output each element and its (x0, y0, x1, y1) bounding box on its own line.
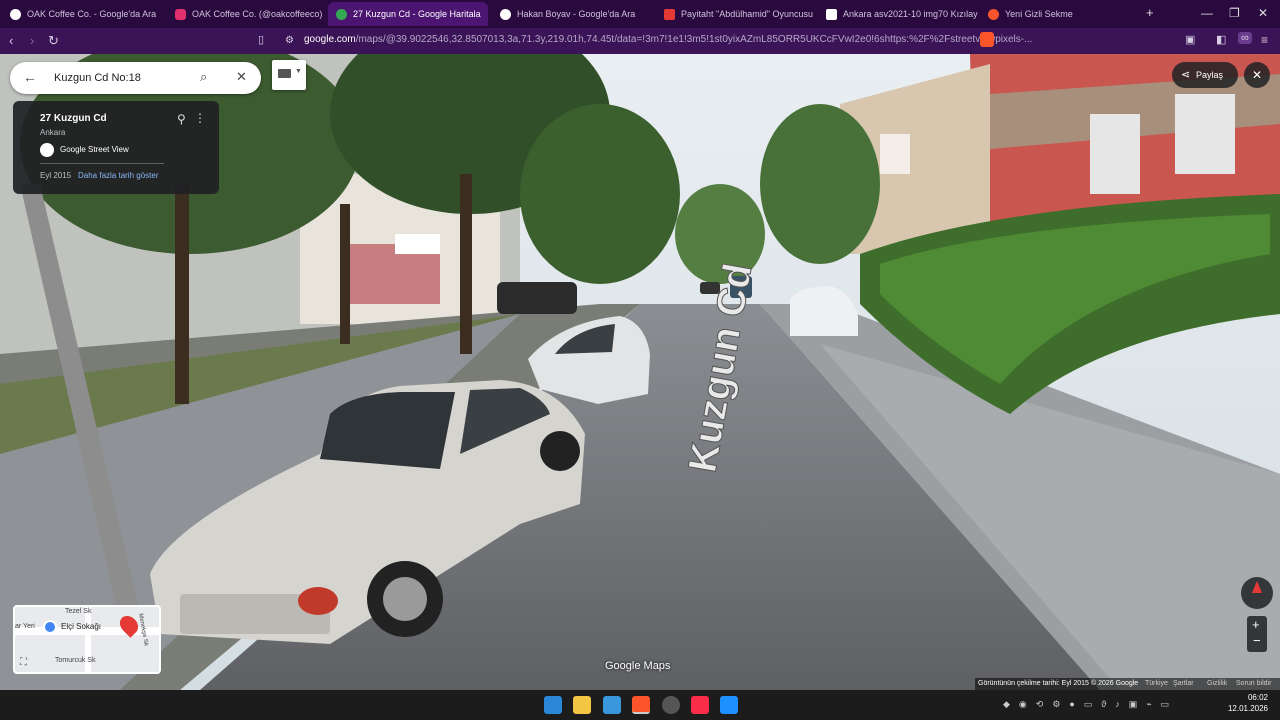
close-street-view-button[interactable]: ✕ (1244, 62, 1270, 88)
file-explorer-icon[interactable] (573, 696, 591, 714)
capture-date: Eyl 2015 (40, 171, 72, 180)
map-label: Tomurcuk Sk (55, 657, 96, 664)
clock-time[interactable]: 06:02 (1228, 693, 1268, 702)
instagram-icon (175, 8, 186, 20)
reading-icon[interactable]: ▣ (1185, 33, 1195, 46)
url-domain: google.com (304, 34, 356, 45)
search-input[interactable]: Kuzgun Cd No:18 (54, 72, 141, 84)
back-icon[interactable]: ‹ (9, 33, 13, 48)
wikipedia-icon (826, 8, 837, 20)
brave-browser-icon[interactable] (632, 696, 650, 714)
tab-instagram[interactable]: OAK Coffee Co. (@oakcoffeeco) • Ins (167, 2, 324, 26)
forward-icon[interactable]: › (30, 33, 34, 48)
clock-date[interactable]: 12.01.2026 (1224, 704, 1268, 713)
maximize-icon[interactable]: ❐ (1229, 6, 1240, 20)
music-app-icon[interactable] (691, 696, 709, 714)
footer-link-terms[interactable]: Şartlar (1173, 680, 1194, 687)
more-dates-link[interactable]: Daha fazla tarih göster (78, 171, 159, 180)
capture-date-footer: Görüntünün çekilme tarihi: Eyl 2015 (978, 680, 1089, 687)
menu-icon[interactable]: ≡ (1261, 33, 1268, 47)
map-label: Elçi Sokağı (61, 622, 102, 631)
google-icon (10, 8, 21, 20)
divider (40, 163, 164, 164)
minimize-icon[interactable]: — (1201, 6, 1213, 20)
chevron-down-icon: ▼ (295, 68, 302, 75)
reload-icon[interactable]: ↻ (48, 33, 59, 49)
map-footer: Görüntünün çekilme tarihi: Eyl 2015 © 20… (975, 678, 1280, 690)
maps-pin-icon (336, 8, 347, 20)
new-tab-button[interactable]: + (1146, 5, 1154, 20)
back-arrow-icon[interactable]: ← (23, 69, 37, 85)
share-label: Paylaş (1196, 70, 1224, 80)
tab-hakan-search[interactable]: Hakan Boyav - Google'da Ara (492, 2, 652, 26)
url-field[interactable]: google.com/maps/@39.9022546,32.8507013,3… (304, 34, 1032, 45)
location-title: 27 Kuzgun Cd (40, 113, 107, 124)
tab-oak-search[interactable]: OAK Coffee Co. - Google'da Ara (2, 2, 165, 26)
tab-payitaht[interactable]: Payitaht "Abdülhamid" Oyuncusu M (656, 2, 816, 26)
source-label: Google Street View (60, 145, 129, 154)
tab-label: 27 Kuzgun Cd - Google Haritala (353, 9, 481, 19)
tab-label: Payitaht "Abdülhamid" Oyuncusu M (681, 9, 816, 19)
google-logo-icon (40, 143, 54, 157)
map-label: ar Yeri (15, 623, 35, 630)
location-info-card: 27 Kuzgun Cd Ankara ⚲ ⋮ Google Street Vi… (13, 101, 219, 194)
minimap[interactable]: Tezel Sk Elçi Sokağı Tomurcuk Sk ar Yeri… (13, 605, 161, 674)
location-subtitle: Ankara (40, 128, 66, 137)
pin-icon[interactable]: ⚲ (177, 112, 186, 126)
brave-shields-icon[interactable] (980, 32, 994, 47)
google-icon (500, 8, 511, 20)
store-icon[interactable] (603, 696, 621, 714)
tab-private[interactable]: Yeni Gizli Sekme (980, 2, 1140, 26)
bookmark-icon[interactable]: ▯ (258, 33, 264, 46)
editor-app-icon[interactable] (720, 696, 738, 714)
search-box[interactable]: ← Kuzgun Cd No:18 ⌕ ✕ (10, 62, 261, 94)
url-path: /maps/@39.9022546,32.8507013,3a,71.3y,21… (355, 34, 1033, 45)
google-maps-watermark: Google Maps (605, 660, 671, 672)
zoom-in-button[interactable]: + (1252, 617, 1260, 632)
clear-search-icon[interactable]: ✕ (236, 69, 247, 85)
more-options-icon[interactable]: ⋮ (194, 111, 206, 125)
tab-label: OAK Coffee Co. - Google'da Ara (27, 9, 157, 19)
clock-app-icon[interactable] (662, 696, 680, 714)
tab-wikipedia[interactable]: Ankara asv2021-10 img70 Kızılay Sq (818, 2, 978, 26)
compass-button[interactable] (1241, 577, 1273, 609)
tab-label: Ankara asv2021-10 img70 Kızılay Sq (843, 9, 978, 19)
tab-label: OAK Coffee Co. (@oakcoffeeco) • Ins (192, 9, 324, 19)
zoom-out-button[interactable]: − (1253, 633, 1261, 648)
tab-label: Yeni Gizli Sekme (1005, 9, 1073, 19)
site-settings-icon[interactable]: ⚙ (285, 35, 294, 46)
sidebar-icon[interactable]: ◧ (1216, 33, 1226, 46)
brave-icon (988, 8, 999, 20)
share-icon: ⋖ (1181, 69, 1191, 81)
zoom-control: + − (1247, 616, 1267, 652)
layers-button[interactable]: ▼ (272, 60, 306, 90)
close-tab-icon[interactable]: ✕ (487, 8, 488, 21)
footer-link-country[interactable]: Türkiye (1145, 680, 1168, 687)
windows-start-icon[interactable] (544, 696, 562, 714)
site-icon (664, 8, 675, 20)
address-bar-row: ‹ › ↻ ▯ ⚙ google.com/maps/@39.9022546,32… (0, 28, 1280, 54)
copyright: © 2026 Google (1091, 680, 1139, 687)
compass-icon (1252, 581, 1262, 593)
tab-label: Hakan Boyav - Google'da Ara (517, 9, 636, 19)
system-tray-icons[interactable]: ◆◉⟲⚙●▭ϑ♪▣⌁▭ (1003, 699, 1178, 710)
keyboard-icon (278, 69, 291, 78)
window-close-icon[interactable]: ✕ (1258, 6, 1268, 20)
tab-google-maps[interactable]: 27 Kuzgun Cd - Google Haritala ✕ (328, 2, 488, 26)
tab-strip: OAK Coffee Co. - Google'da Ara OAK Coffe… (0, 0, 1280, 28)
expand-map-icon[interactable]: ⛶ (20, 657, 27, 668)
search-icon[interactable]: ⌕ (200, 69, 207, 85)
footer-link-privacy[interactable]: Gizlilik (1207, 680, 1227, 687)
footer-link-report[interactable]: Sorun bildir (1236, 680, 1271, 687)
location-marker-icon (43, 620, 57, 634)
private-icon[interactable]: ∞ (1238, 32, 1252, 44)
map-label: Tezel Sk (65, 608, 92, 615)
share-button[interactable]: ⋖ Paylaş (1172, 62, 1238, 88)
